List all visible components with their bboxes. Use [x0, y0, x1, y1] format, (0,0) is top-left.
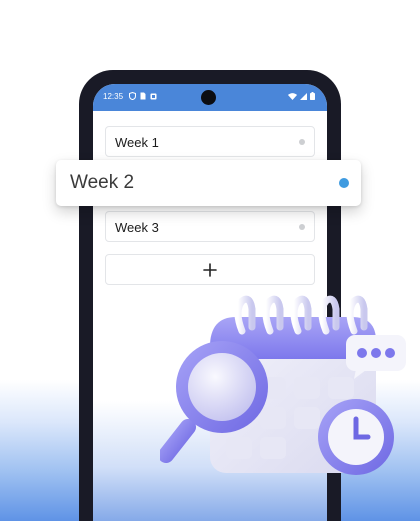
- status-time: 12:35: [103, 92, 124, 101]
- week-item-1[interactable]: Week 1: [105, 126, 315, 157]
- week-item-2-selected[interactable]: Week 2: [56, 160, 361, 206]
- clock-icon: [318, 399, 394, 475]
- plus-icon: [203, 262, 217, 277]
- sim-icon: [140, 92, 146, 100]
- wifi-icon: [288, 92, 297, 100]
- calendar-search-illustration: [160, 295, 406, 475]
- shield-icon: [129, 92, 136, 100]
- status-left-icons: [129, 92, 157, 100]
- status-dot-icon: [299, 224, 305, 230]
- status-right-icons: [288, 92, 315, 100]
- week-item-label: Week 3: [115, 220, 159, 235]
- battery-icon: [310, 92, 315, 100]
- status-dot-icon: [299, 139, 305, 145]
- front-camera: [201, 90, 216, 105]
- week-item-label: Week 2: [70, 172, 135, 193]
- signal-icon: [300, 92, 307, 100]
- week-item-3[interactable]: Week 3: [105, 211, 315, 242]
- notification-icon: [150, 93, 157, 99]
- active-dot-icon: [339, 178, 349, 188]
- add-week-button[interactable]: [105, 254, 315, 285]
- week-item-label: Week 1: [115, 135, 159, 150]
